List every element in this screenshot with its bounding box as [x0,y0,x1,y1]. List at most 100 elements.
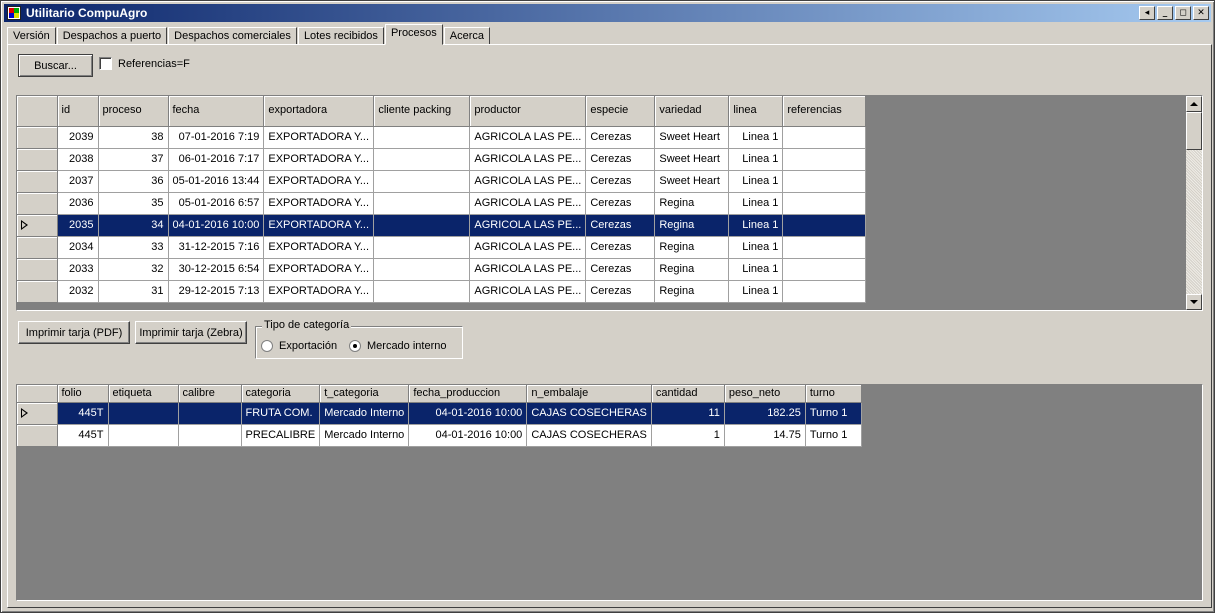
detalle-cell-n-embalaje[interactable]: CAJAS COSECHERAS [526,424,652,447]
detalle-grid[interactable]: folio etiqueta calibre categoria t_categ… [16,384,1203,601]
procesos-cell-referencias[interactable] [782,126,867,149]
row-header[interactable] [17,170,58,193]
procesos-cell-fecha[interactable]: 31-12-2015 7:16 [168,236,265,259]
procesos-cell-fecha[interactable]: 29-12-2015 7:13 [168,280,265,303]
col-header-etiqueta[interactable]: etiqueta [108,385,179,403]
procesos-cell-exportadora[interactable]: EXPORTADORA Y... [263,258,375,281]
procesos-row[interactable]: 2039 38 07-01-2016 7:19 EXPORTADORA Y... AGR… [17,126,867,149]
procesos-cell-cliente-packing[interactable] [373,170,471,193]
procesos-cell-fecha[interactable]: 07-01-2016 7:19 [168,126,265,149]
col-header-n-embalaje[interactable]: n_embalaje [526,385,652,403]
detalle-cell-etiqueta[interactable] [108,424,179,447]
procesos-cell-especie[interactable]: Cerezas [585,236,656,259]
detalle-cell-cantidad[interactable]: 11 [651,402,725,425]
procesos-cell-id[interactable]: 2039 [57,126,99,149]
procesos-row[interactable]: 2037 36 05-01-2016 13:44 EXPORTADORA Y... AG… [17,170,867,193]
detalle-cell-cantidad[interactable]: 1 [651,424,725,447]
detalle-cell-n-embalaje[interactable]: CAJAS COSECHERAS [526,402,652,425]
procesos-cell-linea[interactable]: Linea 1 [728,214,784,237]
col-header-peso-neto[interactable]: peso_neto [724,385,806,403]
procesos-cell-fecha[interactable]: 04-01-2016 10:00 [168,214,265,237]
col-header-fecha[interactable]: fecha [168,96,265,127]
procesos-cell-productor[interactable]: AGRICOLA LAS PE... [469,214,587,237]
search-button[interactable]: Buscar... [18,54,93,77]
detalle-cell-t-categoria[interactable]: Mercado Interno [319,402,410,425]
detalle-cell-peso-neto[interactable]: 14.75 [724,424,806,447]
procesos-cell-productor[interactable]: AGRICOLA LAS PE... [469,192,587,215]
procesos-cell-linea[interactable]: Linea 1 [728,280,784,303]
col-header-linea[interactable]: linea [728,96,784,127]
procesos-cell-variedad[interactable]: Sweet Heart [654,148,730,171]
col-header-categoria[interactable]: categoria [241,385,321,403]
procesos-row[interactable]: 2038 37 06-01-2016 7:17 EXPORTADORA Y... AGR… [17,148,867,171]
procesos-cell-variedad[interactable]: Regina [654,258,730,281]
help-button[interactable]: ◂ [1139,6,1155,20]
procesos-cell-id[interactable]: 2032 [57,280,99,303]
col-header-fecha-produccion[interactable]: fecha_produccion [408,385,528,403]
row-header[interactable] [17,258,58,281]
row-header[interactable] [17,192,58,215]
procesos-cell-proceso[interactable]: 38 [98,126,169,149]
tab-despachos-comerciales[interactable]: Despachos comerciales [168,27,297,45]
procesos-vertical-scrollbar[interactable] [1186,96,1202,310]
procesos-cell-referencias[interactable] [782,192,867,215]
procesos-cell-referencias[interactable] [782,214,867,237]
detalle-cell-categoria[interactable]: PRECALIBRE [241,424,321,447]
col-header-variedad[interactable]: variedad [654,96,730,127]
detalle-cell-fecha-produccion[interactable]: 04-01-2016 10:00 [408,424,528,447]
procesos-cell-variedad[interactable]: Regina [654,192,730,215]
tab-despachos-puerto[interactable]: Despachos a puerto [56,27,168,45]
procesos-cell-exportadora[interactable]: EXPORTADORA Y... [263,192,375,215]
procesos-cell-productor[interactable]: AGRICOLA LAS PE... [469,258,587,281]
procesos-cell-especie[interactable]: Cerezas [585,126,656,149]
detalle-cell-folio[interactable]: 445T [57,402,109,425]
row-header[interactable] [17,424,58,447]
col-header-cantidad[interactable]: cantidad [651,385,725,403]
procesos-cell-referencias[interactable] [782,258,867,281]
procesos-cell-cliente-packing[interactable] [373,280,471,303]
procesos-cell-cliente-packing[interactable] [373,148,471,171]
detalle-cell-calibre[interactable] [178,424,242,447]
restore-button[interactable]: ◻ [1175,6,1191,20]
procesos-cell-especie[interactable]: Cerezas [585,170,656,193]
procesos-cell-proceso[interactable]: 34 [98,214,169,237]
procesos-cell-cliente-packing[interactable] [373,192,471,215]
minimize-button[interactable]: _ [1157,6,1173,20]
procesos-row[interactable]: 2032 31 29-12-2015 7:13 EXPORTADORA Y... AGR… [17,280,867,303]
procesos-cell-fecha[interactable]: 06-01-2016 7:17 [168,148,265,171]
references-checkbox[interactable]: Referencias=F [99,57,190,70]
procesos-cell-linea[interactable]: Linea 1 [728,258,784,281]
procesos-cell-especie[interactable]: Cerezas [585,192,656,215]
procesos-cell-proceso[interactable]: 36 [98,170,169,193]
col-header-folio[interactable]: folio [57,385,109,403]
tab-version[interactable]: Versión [7,27,56,45]
checkbox-box[interactable] [99,57,112,70]
procesos-cell-fecha[interactable]: 30-12-2015 6:54 [168,258,265,281]
procesos-cell-variedad[interactable]: Sweet Heart [654,126,730,149]
row-header[interactable] [17,236,58,259]
procesos-cell-exportadora[interactable]: EXPORTADORA Y... [263,236,375,259]
col-header-turno[interactable]: turno [805,385,862,403]
procesos-cell-linea[interactable]: Linea 1 [728,236,784,259]
procesos-row[interactable]: 2034 33 31-12-2015 7:16 EXPORTADORA Y... AGR… [17,236,867,259]
procesos-cell-variedad[interactable]: Regina [654,214,730,237]
procesos-cell-id[interactable]: 2038 [57,148,99,171]
row-header[interactable] [17,148,58,171]
radio-mercado-interno[interactable]: Mercado interno [349,340,447,352]
procesos-cell-cliente-packing[interactable] [373,258,471,281]
procesos-row[interactable]: 2036 35 05-01-2016 6:57 EXPORTADORA Y... AGR… [17,192,867,215]
col-header-referencias[interactable]: referencias [782,96,867,127]
detalle-cell-peso-neto[interactable]: 182.25 [724,402,806,425]
row-header[interactable] [17,402,58,425]
radio-exportacion-dot[interactable] [261,340,273,352]
tab-procesos[interactable]: Procesos [384,24,443,45]
procesos-cell-id[interactable]: 2034 [57,236,99,259]
col-header-productor[interactable]: productor [469,96,587,127]
procesos-cell-cliente-packing[interactable] [373,214,471,237]
procesos-cell-referencias[interactable] [782,236,867,259]
procesos-grid[interactable]: id proceso fecha exportadora cliente pac… [16,95,1203,311]
print-pdf-button[interactable]: Imprimir tarja (PDF) [18,321,130,344]
row-header[interactable] [17,214,58,237]
row-header[interactable] [17,126,58,149]
procesos-cell-id[interactable]: 2036 [57,192,99,215]
